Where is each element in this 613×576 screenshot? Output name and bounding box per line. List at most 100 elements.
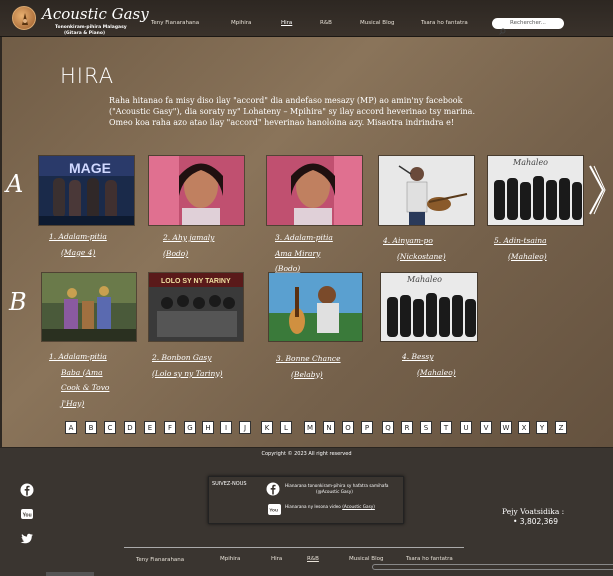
song-title[interactable]: 4. Bessy [402,349,456,365]
alphabet-letter-k[interactable]: K [261,421,273,434]
alphabet-letter-o[interactable]: O [342,421,354,434]
youtube-icon[interactable]: You [268,500,281,519]
alphabet-letter-b[interactable]: B [85,421,97,434]
bottom-bar [372,564,613,570]
nav-tsara-ho-fantatra[interactable]: Tsara ho fantatra [421,20,468,26]
song-title-2[interactable]: Baba (Ama [49,365,109,381]
album-caption[interactable]: 3. Adalam-pitia Ama Mirary (Bodo) [275,230,333,277]
song-title[interactable]: 2. Bonbon Gasy [152,350,223,366]
scrollbar-thumb[interactable] [46,572,94,576]
alphabet-letter-m[interactable]: M [304,421,316,434]
alphabet-letter-i[interactable]: I [220,421,232,434]
alphabet-letter-a[interactable]: A [65,421,77,434]
album-cover-mage4[interactable]: MAGE [38,155,135,226]
alphabet-letter-j[interactable]: J [239,421,251,434]
song-artist[interactable]: (Lolo sy ny Tariny) [152,366,223,382]
song-title[interactable]: 3. Bonne Chance [276,351,341,367]
alphabet-letter-u[interactable]: U [460,421,472,434]
alphabet-letter-e[interactable]: E [144,421,156,434]
alphabet-letter-v[interactable]: V [480,421,492,434]
nav-mpihira[interactable]: Mpihira [231,20,251,26]
alphabet-letter-y[interactable]: Y [536,421,548,434]
alphabet-letter-f[interactable]: F [164,421,176,434]
alphabet-letter-d[interactable]: D [124,421,136,434]
album-cover-mahaleo-2[interactable]: Mahaleo [380,272,478,342]
youtube-link[interactable]: (Acoustic Gasy) [342,504,375,509]
facebook-icon[interactable] [20,482,34,501]
song-title[interactable]: 4. Ainyam-po [383,233,446,249]
song-artist[interactable]: (Mahaleo) [494,249,547,265]
footer-nav-tsara-ho-fantatra[interactable]: Tsara ho fantatra [406,556,453,562]
svg-text:Mahaleo: Mahaleo [406,275,442,284]
footer-nav-rnb[interactable]: R&B [307,556,319,562]
alphabet-letter-h[interactable]: H [202,421,214,434]
logo-subtitle: Tononkiram-pihira Malagasy [55,25,127,30]
album-cover-lolo[interactable]: LOLO SY NY TARINY [148,272,244,342]
alphabet-letter-w[interactable]: W [500,421,512,434]
nav-teny-fianarahana[interactable]: Teny Fianarahana [151,20,199,26]
alphabet-letter-l[interactable]: L [280,421,292,434]
facebook-icon[interactable] [266,481,280,500]
footer-nav-teny-fianarahana[interactable]: Teny Fianarahana [136,557,184,563]
logo-icon[interactable] [12,6,36,30]
song-title[interactable]: 3. Adalam-pitia [275,230,333,246]
search-placeholder: Rechercher... [510,20,546,26]
svg-text:You: You [269,508,278,514]
album-cover-bodo-1[interactable] [148,155,245,226]
album-cover-bodo-2[interactable] [266,155,363,226]
alphabet-letter-t[interactable]: T [440,421,452,434]
song-title[interactable]: 1. Adalam-pitia [49,229,107,245]
alphabet-letter-n[interactable]: N [323,421,335,434]
logo-title[interactable]: Acoustic Gasy [42,5,149,23]
song-title[interactable]: 2. Ahy jamaly [163,230,214,246]
alphabet-letter-p[interactable]: P [361,421,373,434]
youtube-icon[interactable]: You [20,506,34,525]
alphabet-letter-r[interactable]: R [401,421,413,434]
song-artist[interactable]: (Belaby) [276,367,341,383]
intro-line: Omeo koa raha azo atao ilay "accord" hev… [109,118,455,127]
search-input[interactable]: Rechercher... [492,18,564,35]
nav-hira[interactable]: Hira [281,20,292,26]
footer-nav-musical-blog[interactable]: Musical Blog [349,556,383,562]
footer-nav-mpihira[interactable]: Mpihira [220,556,240,562]
alphabet-letter-g[interactable]: G [184,421,196,434]
nav-rnb[interactable]: R&B [320,20,332,26]
album-caption[interactable]: 2. Bonbon Gasy (Lolo sy ny Tariny) [152,350,223,381]
song-title[interactable]: 1. Adalam-pitia [49,349,109,365]
album-cover-nickostane[interactable] [378,155,475,226]
song-artist[interactable]: J'Hay) [49,396,109,412]
song-artist[interactable]: (Bodo) [163,246,214,262]
song-artist[interactable]: (Nickostane) [383,249,446,265]
nav-musical-blog[interactable]: Musical Blog [360,20,394,26]
alphabet-letter-s[interactable]: S [420,421,432,434]
song-title[interactable]: 5. Adin-tsaina [494,233,547,249]
song-title-2[interactable]: Ama Mirary [275,246,333,262]
album-caption[interactable]: 5. Adin-tsaina (Mahaleo) [494,233,547,264]
follow-label: SUIVEZ-NOUS [212,481,247,487]
footer-nav-hira[interactable]: Hira [271,556,282,562]
alphabet-letter-x[interactable]: X [518,421,530,434]
page-title: HIRA [60,64,115,88]
song-artist[interactable]: (Mahaleo) [402,365,456,381]
alphabet-letter-q[interactable]: Q [382,421,394,434]
alphabet-letter-z[interactable]: Z [555,421,567,434]
album-cover-mahaleo-1[interactable]: Mahaleo [487,155,584,226]
song-artist[interactable]: (Mage 4) [49,245,107,261]
svg-text:MAGE: MAGE [69,160,111,176]
next-arrow-icon[interactable] [588,164,606,220]
twitter-icon[interactable] [20,530,34,549]
facebook-handle[interactable]: (@Acoustic Gasy) [316,489,353,494]
album-caption[interactable]: 2. Ahy jamaly (Bodo) [163,230,214,261]
album-caption[interactable]: 1. Adalam-pitia Baba (Ama Cook & Tovo J'… [49,349,109,411]
svg-text:LOLO SY NY TARINY: LOLO SY NY TARINY [161,278,231,285]
song-title-3[interactable]: Cook & Tovo [49,380,109,396]
visits-count: • 3,802,369 [513,517,558,526]
album-caption[interactable]: 4. Ainyam-po (Nickostane) [383,233,446,264]
album-caption[interactable]: 1. Adalam-pitia (Mage 4) [49,229,107,260]
album-caption[interactable]: 3. Bonne Chance (Belaby) [276,351,341,382]
album-cover-ama-cook[interactable] [41,272,137,342]
album-caption[interactable]: 4. Bessy (Mahaleo) [402,349,456,380]
facebook-text: Hianarana tononkiram-pihira sy hafatra s… [285,483,389,488]
alphabet-letter-c[interactable]: C [104,421,116,434]
album-cover-belaby[interactable] [268,272,363,342]
